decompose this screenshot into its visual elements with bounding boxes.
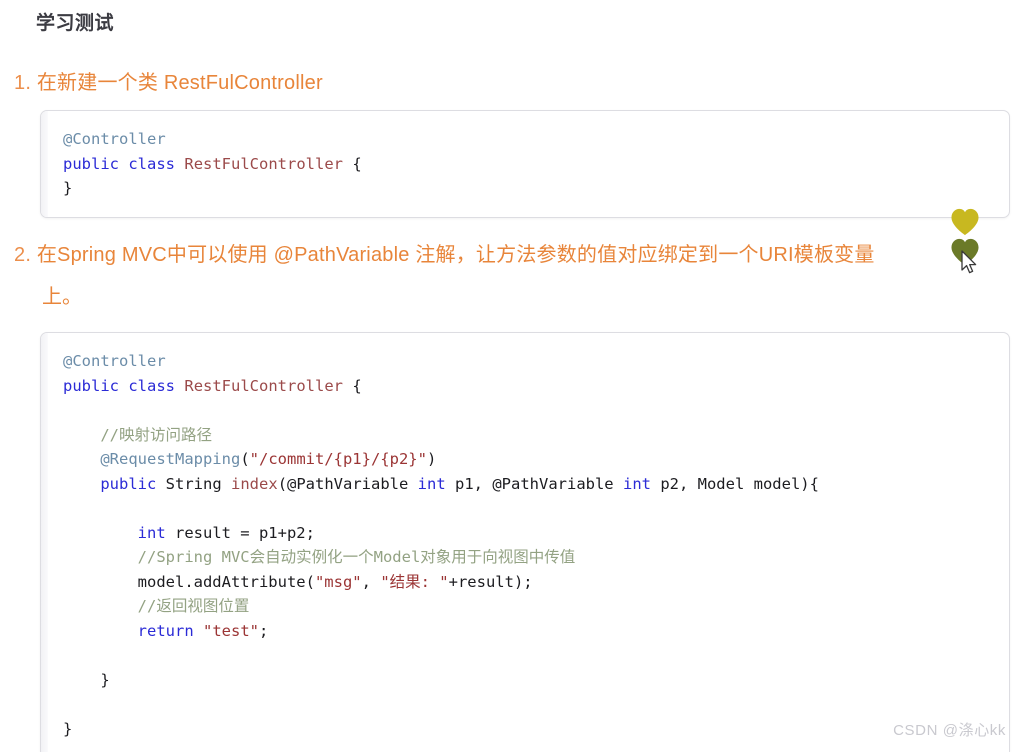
code-line: //返回视图位置	[63, 594, 1009, 619]
code-token: ,	[361, 572, 381, 591]
code-token: //返回视图位置	[63, 597, 250, 615]
code-token: public	[100, 474, 157, 493]
code-block-2[interactable]: @Controller public class RestFulControlle…	[40, 332, 1010, 752]
code-line: public class RestFulController {	[63, 152, 1009, 177]
code-token: index	[231, 474, 278, 493]
code-token: //Spring MVC会自动实例化一个Model对象用于向视图中传值	[63, 548, 576, 566]
page-title: 学习测试	[36, 13, 115, 34]
code-token: }	[63, 719, 73, 738]
list-marker-1: 1.	[14, 72, 32, 94]
code-token: public	[63, 154, 119, 173]
code-line: @Controller	[63, 349, 1009, 374]
list-item-2: 2. 在Spring MVC中可以使用 @PathVariable 注解，让方法…	[14, 236, 1004, 274]
code-line: }	[63, 668, 1009, 693]
code-token: "结果: "	[380, 572, 449, 591]
code-token: class	[128, 154, 176, 173]
list-item-2-text-line2: 上。	[42, 286, 82, 308]
code-line: public String index(@PathVariable int p1…	[63, 472, 1009, 497]
code-token: @RequestMapping	[100, 450, 241, 468]
watermark: CSDN @涤心kk	[893, 722, 1006, 739]
code-token: public	[63, 376, 119, 395]
code-token: class	[128, 376, 176, 395]
code-token: ;	[259, 621, 269, 640]
mouse-cursor-icon	[961, 250, 979, 276]
code-token: @Controller	[63, 352, 166, 370]
code-token: )	[426, 450, 437, 468]
code-token: {	[343, 154, 362, 173]
code-block-1[interactable]: @Controller public class RestFulControlle…	[40, 110, 1010, 218]
code-token: String	[165, 474, 222, 493]
code-line: //Spring MVC会自动实例化一个Model对象用于向视图中传值	[63, 545, 1009, 570]
code-token: RestFulController	[184, 154, 343, 173]
code-line: }	[63, 717, 1009, 742]
code-token: p2, Model model){	[650, 474, 819, 493]
code-line: return "test";	[63, 619, 1009, 644]
code-token: "/commit/{p1}/{p2}"	[249, 450, 427, 468]
code-token: (@PathVariable	[277, 474, 418, 493]
code-token: @Controller	[63, 130, 166, 148]
code-line: model.addAttribute("msg", "结果: "+result)…	[63, 570, 1009, 595]
code-token: //映射访问路径	[63, 425, 212, 444]
code-token: RestFulController	[184, 376, 343, 395]
code-token: int	[137, 523, 166, 542]
code-token: int	[417, 474, 446, 493]
code-line: @RequestMapping("/commit/{p1}/{p2}")	[63, 447, 1009, 472]
code-line: //映射访问路径	[63, 423, 1009, 448]
code-line: public class RestFulController {	[63, 374, 1009, 399]
heart-reaction-top-icon[interactable]	[950, 208, 980, 236]
code-token: p1, @PathVariable	[445, 474, 623, 493]
code-token: (	[240, 450, 250, 468]
code-token: result = p1+p2;	[165, 523, 315, 542]
code-token: }	[63, 670, 110, 689]
code-token: return	[137, 621, 194, 640]
code-token: }	[63, 179, 73, 197]
code-token: "test"	[203, 621, 259, 640]
code-line: int result = p1+p2;	[63, 521, 1009, 546]
code-line: @Controller	[63, 127, 1009, 152]
code-line: }	[63, 176, 1009, 201]
code-token: model.addAttribute(	[63, 572, 315, 591]
code-token: +result);	[448, 572, 533, 591]
list-item-1: 1. 在新建一个类 RestFulController	[14, 64, 974, 102]
list-marker-2: 2.	[14, 244, 32, 266]
list-item-2-text: 在Spring MVC中可以使用 @PathVariable 注解，让方法参数的…	[36, 244, 875, 266]
code-token: "msg"	[314, 572, 362, 591]
code-token: int	[622, 474, 651, 493]
list-item-1-text: 在新建一个类 RestFulController	[36, 72, 323, 94]
code-token: {	[343, 376, 362, 395]
